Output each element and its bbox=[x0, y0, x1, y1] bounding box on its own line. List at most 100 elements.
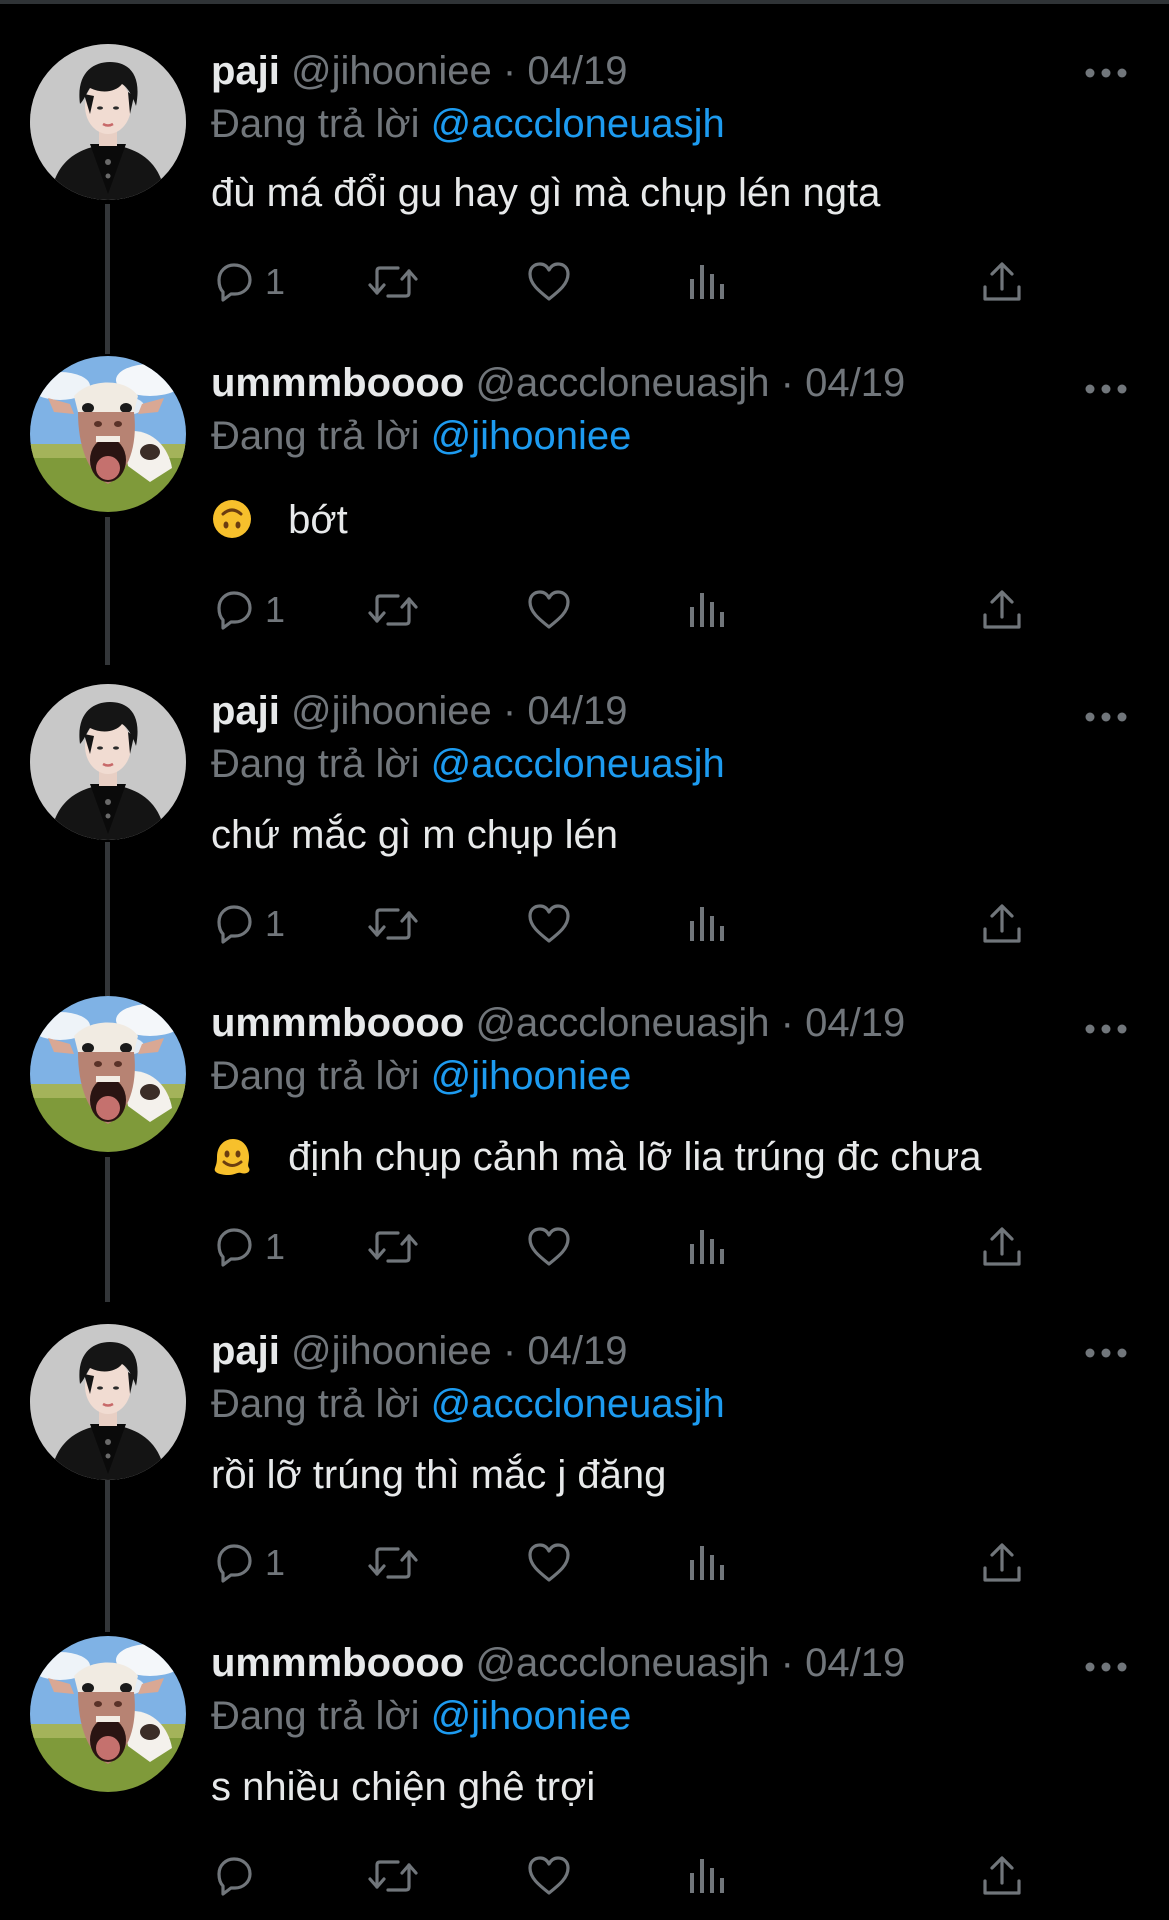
display-name[interactable]: paji bbox=[211, 689, 280, 733]
more-options-button[interactable] bbox=[1082, 58, 1130, 88]
like-button[interactable] bbox=[525, 894, 573, 954]
replying-to-mention[interactable]: @jihooniee bbox=[431, 1694, 632, 1738]
more-options-button[interactable] bbox=[1082, 1338, 1130, 1368]
views-button[interactable] bbox=[687, 894, 727, 954]
like-button[interactable] bbox=[525, 252, 573, 312]
share-button[interactable] bbox=[979, 894, 1025, 954]
tweet-actions-bar: 1 bbox=[211, 1217, 1041, 1277]
display-name[interactable]: paji bbox=[211, 1329, 280, 1373]
separator-dot: · bbox=[502, 1329, 517, 1373]
more-horizontal-icon bbox=[1085, 1024, 1127, 1034]
tweet-date[interactable]: 04/19 bbox=[805, 361, 905, 405]
avatar[interactable] bbox=[30, 1324, 186, 1480]
tweet[interactable]: ummmboooo @acccloneuasjh · 04/19 Đang tr… bbox=[0, 952, 1169, 1302]
share-button[interactable] bbox=[979, 580, 1025, 640]
replying-to-mention[interactable]: @jihooniee bbox=[431, 414, 632, 458]
tweet-header: ummmboooo @acccloneuasjh · 04/19 bbox=[211, 358, 905, 408]
reply-button[interactable]: 1 bbox=[211, 894, 285, 954]
retweet-button[interactable] bbox=[365, 580, 421, 640]
reply-bubble-icon bbox=[217, 1544, 252, 1583]
retweet-icon bbox=[368, 594, 418, 626]
tweet[interactable]: paji @jihooniee · 04/19 Đang trả lời @ac… bbox=[0, 640, 1169, 996]
tweet-header: ummmboooo @acccloneuasjh · 04/19 bbox=[211, 998, 905, 1048]
tweet-date[interactable]: 04/19 bbox=[805, 1641, 905, 1685]
replying-to-mention[interactable]: @acccloneuasjh bbox=[431, 102, 725, 146]
display-name[interactable]: ummmboooo bbox=[211, 1641, 464, 1685]
reply-button[interactable] bbox=[211, 1846, 257, 1906]
reply-button[interactable]: 1 bbox=[211, 1533, 285, 1593]
display-name[interactable]: paji bbox=[211, 49, 280, 93]
avatar[interactable] bbox=[30, 996, 186, 1152]
views-button[interactable] bbox=[687, 252, 727, 312]
avatar[interactable] bbox=[30, 356, 186, 512]
more-options-button[interactable] bbox=[1082, 1652, 1130, 1682]
user-handle[interactable]: @jihooniee bbox=[291, 689, 492, 733]
avatar[interactable] bbox=[30, 1636, 186, 1792]
share-upload-icon bbox=[983, 1543, 1021, 1582]
user-handle[interactable]: @jihooniee bbox=[291, 49, 492, 93]
replying-to-line: Đang trả lời @acccloneuasjh bbox=[211, 1379, 725, 1429]
like-button[interactable] bbox=[525, 1533, 573, 1593]
views-button[interactable] bbox=[687, 580, 727, 640]
retweet-button[interactable] bbox=[365, 252, 421, 312]
tweet-actions-bar: 1 bbox=[211, 580, 1041, 640]
tweet-header: ummmboooo @acccloneuasjh · 04/19 bbox=[211, 1638, 905, 1688]
like-button[interactable] bbox=[525, 580, 573, 640]
tweet[interactable]: ummmboooo @acccloneuasjh · 04/19 Đang tr… bbox=[0, 1592, 1169, 1904]
avatar[interactable] bbox=[30, 684, 186, 840]
tweet-text-content: định chụp cảnh mà lỡ lia trúng đc chưa bbox=[288, 1135, 982, 1179]
more-options-button[interactable] bbox=[1082, 374, 1130, 404]
retweet-button[interactable] bbox=[365, 1846, 421, 1906]
replying-to-mention[interactable]: @jihooniee bbox=[431, 1054, 632, 1098]
tweet-date[interactable]: 04/19 bbox=[805, 1001, 905, 1045]
user-handle[interactable]: @acccloneuasjh bbox=[475, 1001, 769, 1045]
replying-to-mention[interactable]: @acccloneuasjh bbox=[431, 1382, 725, 1426]
share-button[interactable] bbox=[979, 252, 1025, 312]
like-button[interactable] bbox=[525, 1217, 573, 1277]
tweet[interactable]: paji @jihooniee · 04/19 Đang trả lời @ac… bbox=[0, 1280, 1169, 1632]
tweet-text: s nhiều chiện ghê trợi bbox=[211, 1762, 595, 1812]
more-horizontal-icon bbox=[1085, 1348, 1127, 1358]
user-handle[interactable]: @acccloneuasjh bbox=[475, 1641, 769, 1685]
reply-button[interactable]: 1 bbox=[211, 252, 285, 312]
share-button[interactable] bbox=[979, 1217, 1025, 1277]
tweet[interactable]: paji @jihooniee · 04/19 Đang trả lời @ac… bbox=[0, 0, 1169, 354]
replying-to-line: Đang trả lời @acccloneuasjh bbox=[211, 739, 725, 789]
share-button[interactable] bbox=[979, 1846, 1025, 1906]
tweet-actions-bar: 1 bbox=[211, 252, 1041, 312]
tweet-header: paji @jihooniee · 04/19 bbox=[211, 46, 627, 96]
share-upload-icon bbox=[983, 1227, 1021, 1266]
tweet-date[interactable]: 04/19 bbox=[527, 1329, 627, 1373]
display-name[interactable]: ummmboooo bbox=[211, 361, 464, 405]
views-button[interactable] bbox=[687, 1846, 727, 1906]
views-button[interactable] bbox=[687, 1217, 727, 1277]
more-horizontal-icon bbox=[1085, 712, 1127, 722]
retweet-button[interactable] bbox=[365, 894, 421, 954]
display-name[interactable]: ummmboooo bbox=[211, 1001, 464, 1045]
more-options-button[interactable] bbox=[1082, 1014, 1130, 1044]
tweet-date[interactable]: 04/19 bbox=[527, 49, 627, 93]
tweet-header: paji @jihooniee · 04/19 bbox=[211, 1326, 627, 1376]
user-handle[interactable]: @acccloneuasjh bbox=[475, 361, 769, 405]
share-button[interactable] bbox=[979, 1533, 1025, 1593]
retweet-icon bbox=[368, 1547, 418, 1579]
like-button[interactable] bbox=[525, 1846, 573, 1906]
tweet-text-content: s nhiều chiện ghê trợi bbox=[211, 1765, 596, 1809]
replying-to-mention[interactable]: @acccloneuasjh bbox=[431, 742, 725, 786]
heart-icon bbox=[528, 1543, 570, 1582]
tweet[interactable]: ummmboooo @acccloneuasjh · 04/19 Đang tr… bbox=[0, 312, 1169, 665]
more-options-button[interactable] bbox=[1082, 702, 1130, 732]
tweet-date[interactable]: 04/19 bbox=[527, 689, 627, 733]
avatar[interactable] bbox=[30, 44, 186, 200]
views-button[interactable] bbox=[687, 1533, 727, 1593]
reply-bubble-icon bbox=[217, 1228, 252, 1267]
reply-button[interactable]: 1 bbox=[211, 580, 285, 640]
tweet-actions-bar: 1 bbox=[211, 1533, 1041, 1593]
reply-button[interactable]: 1 bbox=[211, 1217, 285, 1277]
bar-chart-icon bbox=[690, 1230, 724, 1264]
replying-to-label: Đang trả lời bbox=[211, 102, 420, 146]
bar-chart-icon bbox=[690, 907, 724, 941]
retweet-button[interactable] bbox=[365, 1533, 421, 1593]
retweet-button[interactable] bbox=[365, 1217, 421, 1277]
user-handle[interactable]: @jihooniee bbox=[291, 1329, 492, 1373]
